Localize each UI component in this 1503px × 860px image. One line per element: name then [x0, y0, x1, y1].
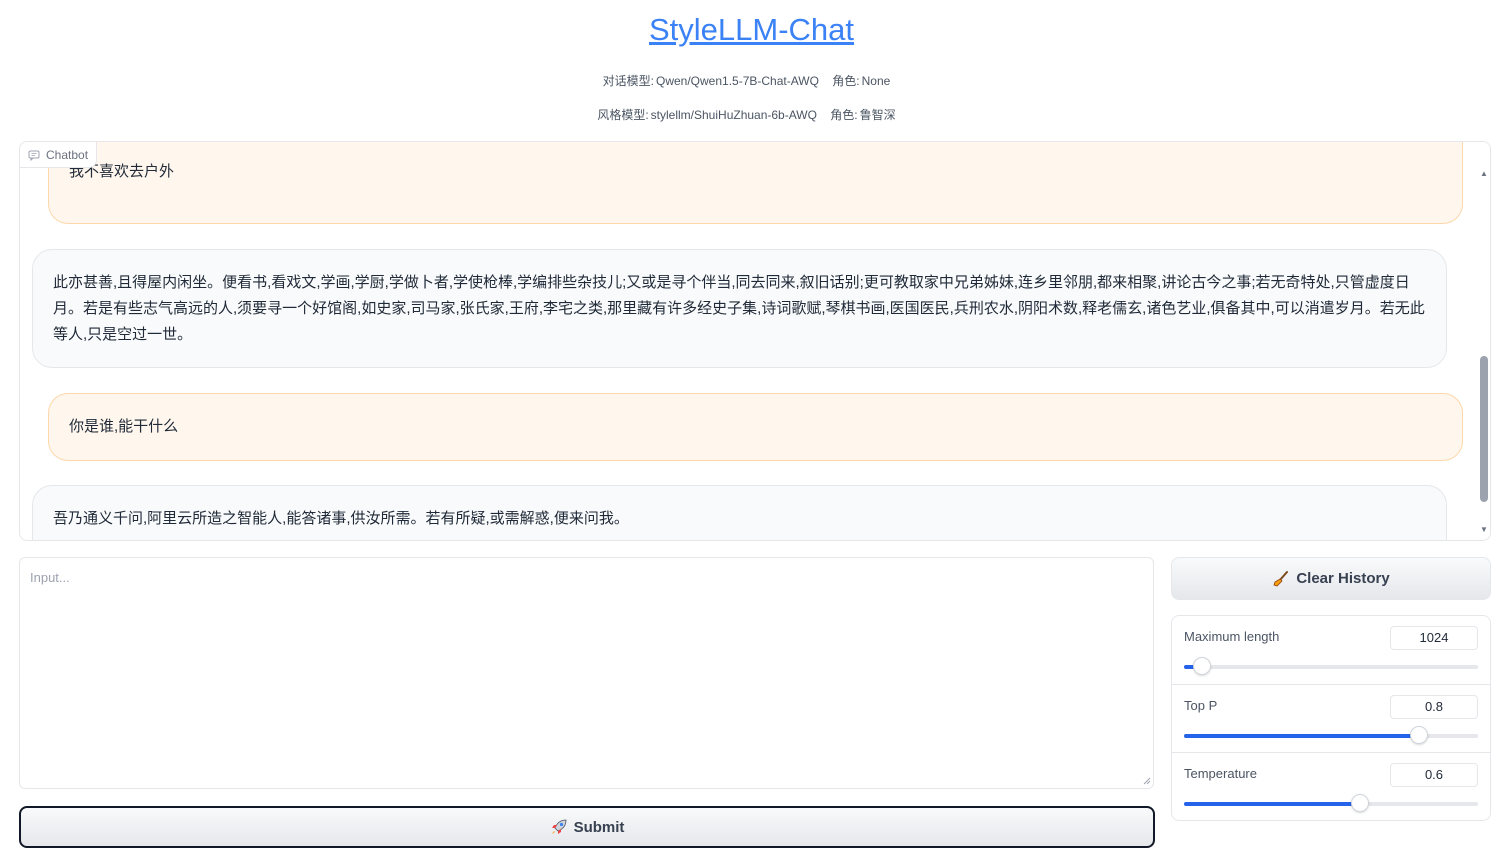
- slider-thumb[interactable]: [1410, 726, 1429, 744]
- clear-history-label: Clear History: [1296, 570, 1390, 587]
- message-input[interactable]: [19, 557, 1154, 789]
- param-label: Temperature: [1184, 766, 1257, 781]
- submit-label: Submit: [573, 818, 625, 836]
- slider-thumb[interactable]: [1351, 794, 1370, 812]
- max-length-slider[interactable]: [1184, 657, 1478, 675]
- temperature-input[interactable]: 0.6: [1390, 763, 1478, 787]
- broom-icon: [1273, 570, 1289, 586]
- bot-message: 吾乃通义千问,阿里云所造之智能人,能答诸事,供汝所需。若有所疑,或需解惑,便来问…: [32, 485, 1447, 540]
- scrollbar-thumb[interactable]: [1480, 356, 1488, 502]
- user-message: 我不喜欢去户外: [48, 142, 1463, 224]
- submit-button[interactable]: Submit: [19, 806, 1155, 848]
- page-title[interactable]: StyleLLM-Chat: [0, 12, 1503, 48]
- rocket-icon: [551, 819, 566, 834]
- top-p-slider[interactable]: [1184, 726, 1478, 744]
- slider-thumb[interactable]: [1192, 657, 1211, 675]
- chat-scrollbar[interactable]: ▲ ▼: [1480, 170, 1488, 534]
- clear-history-button[interactable]: Clear History: [1171, 557, 1491, 600]
- param-max-length: Maximum length 1024: [1172, 616, 1490, 684]
- style-model-info: 风格模型: stylellm/ShuiHuZhuan-6b-AWQ 角色: 鲁智深: [0, 106, 1503, 123]
- top-p-input[interactable]: 0.8: [1390, 695, 1478, 719]
- chatbot-label-text: Chatbot: [46, 147, 89, 162]
- chat-bubble-icon: [28, 150, 40, 161]
- message-list: 我不喜欢去户外 此亦甚善,且得屋内闲坐。便看书,看戏文,学画,学厨,学做卜者,学…: [20, 142, 1490, 540]
- slider-fill: [1184, 734, 1420, 738]
- chatbot-panel[interactable]: Chatbot 我不喜欢去户外 此亦甚善,且得屋内闲坐。便看书,看戏文,学画,学…: [19, 141, 1491, 541]
- generation-params: Maximum length 1024 Top P 0.8 Temperatur…: [1171, 615, 1491, 821]
- scroll-up-icon[interactable]: ▲: [1480, 170, 1488, 178]
- style-role-value: 鲁智深: [859, 108, 896, 122]
- temperature-slider[interactable]: [1184, 794, 1478, 812]
- scroll-down-icon[interactable]: ▼: [1480, 526, 1488, 534]
- param-top-p: Top P 0.8: [1172, 684, 1490, 753]
- chat-role-label: 角色:: [832, 74, 860, 88]
- bot-message: 此亦甚善,且得屋内闲坐。便看书,看戏文,学画,学厨,学做卜者,学使枪棒,学编排些…: [32, 249, 1447, 368]
- style-model-value: stylellm/ShuiHuZhuan-6b-AWQ: [650, 108, 817, 122]
- param-label: Top P: [1184, 698, 1218, 713]
- max-length-input[interactable]: 1024: [1390, 626, 1478, 650]
- slider-fill: [1184, 802, 1361, 806]
- resize-grip-icon[interactable]: [1143, 777, 1151, 785]
- chat-role-value: None: [861, 74, 891, 88]
- param-label: Maximum length: [1184, 629, 1280, 644]
- style-role-label: 角色:: [830, 108, 858, 122]
- user-message: 你是谁,能干什么: [48, 393, 1463, 461]
- chat-model-label: 对话模型:: [602, 74, 654, 88]
- style-model-label: 风格模型:: [597, 108, 649, 122]
- param-temperature: Temperature 0.6: [1172, 752, 1490, 821]
- chat-model-info: 对话模型: Qwen/Qwen1.5-7B-Chat-AWQ 角色: None: [0, 72, 1503, 89]
- chat-model-value: Qwen/Qwen1.5-7B-Chat-AWQ: [656, 74, 819, 88]
- chatbot-label: Chatbot: [20, 142, 98, 168]
